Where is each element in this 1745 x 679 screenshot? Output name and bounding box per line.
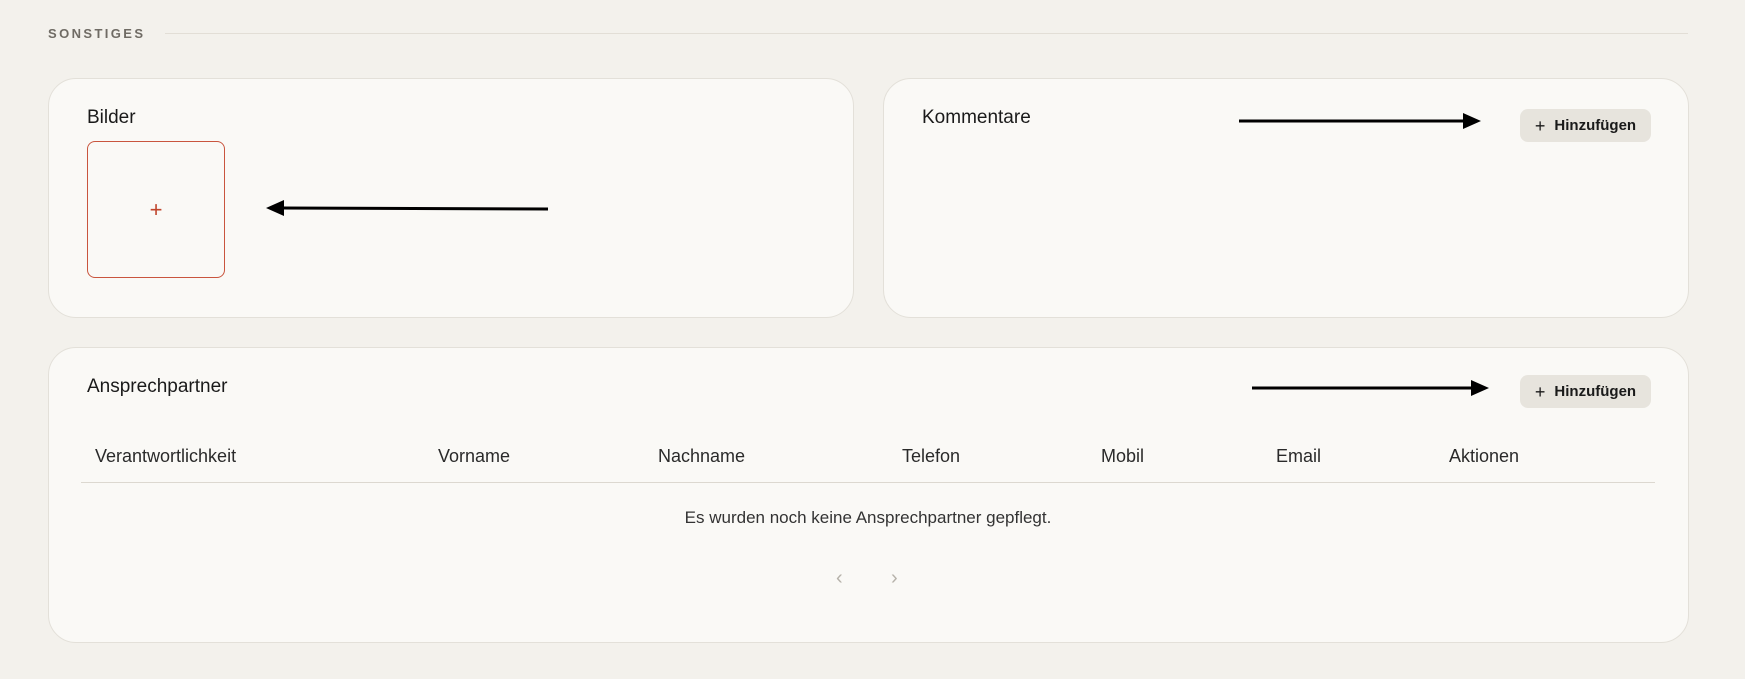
section-header: SONSTIGES bbox=[48, 26, 1688, 41]
comments-card: Kommentare + Hinzufügen bbox=[883, 78, 1689, 318]
plus-icon: + bbox=[1534, 381, 1546, 402]
contacts-title: Ansprechpartner bbox=[87, 376, 228, 397]
column-header[interactable]: Vorname bbox=[438, 446, 510, 467]
arrow-left-annotation bbox=[266, 200, 549, 216]
plus-icon: + bbox=[149, 196, 163, 222]
column-header[interactable]: Email bbox=[1276, 446, 1321, 467]
section-title: SONSTIGES bbox=[48, 26, 146, 41]
image-upload-tile[interactable]: + bbox=[87, 141, 225, 278]
column-header[interactable]: Verantwortlichkeit bbox=[95, 446, 236, 467]
images-title: Bilder bbox=[87, 107, 136, 128]
plus-icon: + bbox=[1534, 115, 1546, 136]
section-divider bbox=[165, 33, 1688, 34]
column-header[interactable]: Nachname bbox=[658, 446, 745, 467]
add-contact-button[interactable]: + Hinzufügen bbox=[1520, 375, 1651, 408]
add-comment-button[interactable]: + Hinzufügen bbox=[1520, 109, 1651, 142]
comments-title: Kommentare bbox=[922, 107, 1031, 128]
images-card: Bilder + bbox=[48, 78, 854, 318]
add-comment-label: Hinzufügen bbox=[1554, 117, 1637, 134]
column-header[interactable]: Mobil bbox=[1101, 446, 1144, 467]
column-header[interactable]: Telefon bbox=[902, 446, 960, 467]
page: SONSTIGES Bilder + Kommentare + Hinzufüg… bbox=[0, 0, 1745, 679]
arrow-right-annotation bbox=[1252, 380, 1489, 396]
contacts-card: Ansprechpartner + Hinzufügen Verantwortl… bbox=[48, 347, 1689, 643]
arrow-right-annotation bbox=[1239, 113, 1481, 129]
chevron-right-icon[interactable]: › bbox=[891, 568, 898, 588]
empty-table-message: Es wurden noch keine Ansprechpartner gep… bbox=[684, 508, 1052, 527]
chevron-left-icon[interactable]: ‹ bbox=[836, 568, 843, 588]
contacts-table-header: Verantwortlichkeit Vorname Nachname Tele… bbox=[81, 438, 1655, 483]
column-header: Aktionen bbox=[1449, 446, 1520, 466]
add-contact-label: Hinzufügen bbox=[1554, 383, 1637, 400]
